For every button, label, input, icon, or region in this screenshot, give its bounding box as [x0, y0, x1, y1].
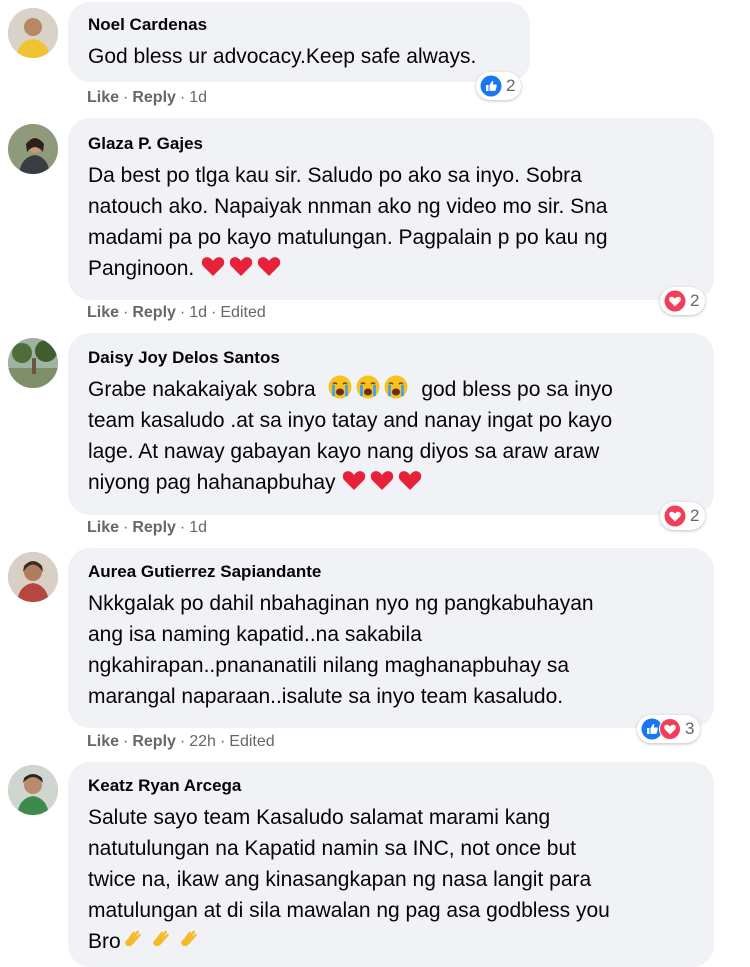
- reply-button[interactable]: Reply: [132, 733, 176, 750]
- love-icon: [659, 718, 681, 740]
- comment-bubble: Glaza P. Gajes Da best po tlga kau sir. …: [68, 118, 714, 300]
- avatar[interactable]: [8, 8, 58, 58]
- separator: ·: [219, 733, 226, 750]
- comment-bubble: Keatz Ryan Arcega Salute sayo team Kasal…: [68, 762, 714, 967]
- separator: ·: [211, 304, 217, 321]
- separator: ·: [123, 519, 129, 536]
- comment-line: ngkahirapan..pnananatili nilang maghanap…: [88, 654, 570, 677]
- comment-line: lage. At naway gabayan kayo nang diyos s…: [88, 440, 600, 463]
- separator: ·: [179, 304, 186, 321]
- heart-emoji-icon: [229, 257, 253, 276]
- reaction-summary[interactable]: 3: [637, 715, 701, 743]
- heart-emoji-icon: [371, 471, 394, 490]
- reaction-summary[interactable]: 2: [660, 502, 706, 530]
- comment-text: Da best po tlga kau sir. Saludo po ako s…: [88, 160, 694, 284]
- comment-bubble: Noel Cardenas God bless ur advocacy.Keep…: [68, 2, 530, 82]
- avatar[interactable]: [8, 552, 58, 602]
- comment-author[interactable]: Glaza P. Gajes: [88, 133, 694, 155]
- comment-text: Nkkgalak po dahil nbahaginan nyo ng pang…: [88, 588, 694, 712]
- comment-line: team kasaludo .at sa inyo tatay and nana…: [88, 409, 613, 432]
- clapping-hands-emoji-icon: [152, 930, 169, 947]
- timestamp[interactable]: 1d: [189, 304, 207, 321]
- comment-line: Grabe nakakaiyak sobra: [88, 378, 316, 401]
- avatar[interactable]: [8, 338, 58, 388]
- timestamp[interactable]: 1d: [189, 519, 207, 536]
- like-button[interactable]: Like: [87, 304, 119, 321]
- timestamp[interactable]: 22h: [189, 733, 216, 750]
- comment-line: God bless ur advocacy.Keep safe always.: [88, 45, 477, 68]
- comment-bubble: Daisy Joy Delos Santos Grabe nakakaiyak …: [68, 333, 714, 515]
- comment-line: Bro: [88, 930, 121, 953]
- crying-face-emoji-icon: [356, 375, 380, 399]
- reaction-summary[interactable]: 2: [476, 72, 522, 100]
- reaction-count: 2: [690, 506, 700, 525]
- comment-actions: Like · Reply · 22h · Edited: [87, 732, 275, 752]
- like-button[interactable]: Like: [87, 89, 119, 106]
- reaction-count: 3: [685, 719, 695, 738]
- comment-actions: Like · Reply · 1d: [87, 518, 207, 538]
- comment-line: matulungan at di sila mawalan ng pag asa…: [88, 899, 610, 922]
- comment-author[interactable]: Keatz Ryan Arcega: [88, 775, 694, 797]
- like-button[interactable]: Like: [87, 519, 119, 536]
- comment-line: niyong pag hahanapbuhay: [88, 471, 336, 494]
- comment-actions: Like · Reply · 1d · Edited: [87, 303, 266, 323]
- clapping-hands-emoji-icon: [124, 930, 141, 947]
- reaction-count: 2: [690, 291, 700, 310]
- comment-text: Salute sayo team Kasaludo salamat marami…: [88, 802, 694, 957]
- love-icon: [664, 290, 686, 312]
- comment-text: God bless ur advocacy.Keep safe always.: [88, 41, 510, 72]
- like-button[interactable]: Like: [87, 733, 119, 750]
- reaction-count: 2: [506, 76, 516, 95]
- separator: ·: [123, 733, 129, 750]
- comment-line: natutulungan na Kapatid namin sa INC, no…: [88, 837, 577, 860]
- separator: ·: [123, 89, 129, 106]
- comment-line: ang isa naming kapatid..na sakabila: [88, 623, 422, 646]
- reaction-summary[interactable]: 2: [660, 287, 706, 315]
- separator: ·: [179, 733, 186, 750]
- comment-line: twice na, ikaw ang kinasangkapan ng nasa…: [88, 868, 592, 891]
- comment-bubble: Aurea Gutierrez Sapiandante Nkkgalak po …: [68, 548, 714, 728]
- reply-button[interactable]: Reply: [132, 519, 176, 536]
- comment-line: madami pa po kayo matulungan. Pagpalain …: [88, 226, 608, 249]
- comment-line: Panginoon.: [88, 257, 195, 280]
- comment-author[interactable]: Daisy Joy Delos Santos: [88, 347, 694, 369]
- comment-line-tail: god bless po sa inyo: [421, 378, 613, 401]
- comment-author[interactable]: Noel Cardenas: [88, 14, 510, 36]
- like-icon: [480, 75, 502, 97]
- avatar[interactable]: [8, 124, 58, 174]
- crying-face-emoji-icon: [328, 375, 352, 399]
- comment-line: Da best po tlga kau sir. Saludo po ako s…: [88, 164, 582, 187]
- separator: ·: [179, 519, 186, 536]
- separator: ·: [123, 304, 129, 321]
- edited-label: Edited: [229, 733, 275, 750]
- avatar[interactable]: [8, 765, 58, 815]
- heart-emoji-icon: [201, 257, 225, 276]
- reply-button[interactable]: Reply: [132, 304, 176, 321]
- comment-line: natouch ako. Napaiyak nnman ako ng video…: [88, 195, 608, 218]
- heart-emoji-icon: [399, 471, 422, 490]
- comment-actions: Like · Reply · 1d: [87, 88, 207, 108]
- separator: ·: [179, 89, 186, 106]
- comment-author[interactable]: Aurea Gutierrez Sapiandante: [88, 561, 694, 583]
- crying-face-emoji-icon: [384, 375, 408, 399]
- clapping-hands-emoji-icon: [180, 930, 197, 947]
- love-icon: [664, 505, 686, 527]
- comment-line: Nkkgalak po dahil nbahaginan nyo ng pang…: [88, 592, 594, 615]
- comment-line: Salute sayo team Kasaludo salamat marami…: [88, 806, 551, 829]
- heart-emoji-icon: [257, 257, 281, 276]
- comment-line: marangal naparaan..isalute sa inyo team …: [88, 685, 564, 708]
- edited-label: Edited: [220, 304, 266, 321]
- comment-text: Grabe nakakaiyak sobra god bless po sa i…: [88, 374, 694, 498]
- heart-emoji-icon: [343, 471, 366, 490]
- reply-button[interactable]: Reply: [132, 89, 176, 106]
- timestamp[interactable]: 1d: [189, 89, 207, 106]
